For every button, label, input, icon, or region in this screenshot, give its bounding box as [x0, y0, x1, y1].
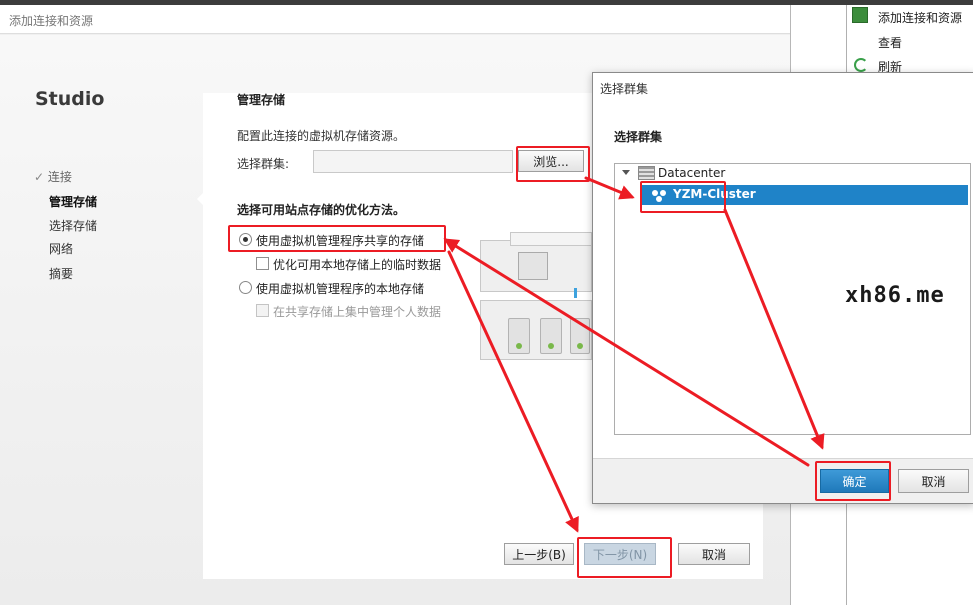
- step-manage-storage: 管理存储: [49, 195, 98, 209]
- cluster-label: 选择群集:: [237, 157, 290, 171]
- config-description: 配置此连接的虚拟机存储资源。: [237, 129, 406, 143]
- disk-icon: [570, 318, 590, 354]
- option-label: 在共享存储上集中管理个人数据: [273, 305, 442, 319]
- server-top-icon: [510, 232, 592, 246]
- option-personal-data: 在共享存储上集中管理个人数据: [256, 303, 456, 319]
- disk-led-icon: [516, 343, 522, 349]
- step-network: 网络: [49, 242, 74, 256]
- highlight-ok: [815, 461, 891, 501]
- option-label: 使用虚拟机管理程序的本地存储: [256, 282, 425, 296]
- step-label: 连接: [47, 170, 72, 184]
- cluster-input[interactable]: [313, 150, 513, 173]
- disk-icon: [508, 318, 530, 354]
- highlight-shared-storage: [228, 225, 446, 252]
- disk-led-icon: [577, 343, 583, 349]
- add-resource-icon: [852, 7, 868, 23]
- datacenter-icon: [638, 166, 655, 180]
- highlight-cluster: [640, 181, 726, 213]
- active-step-notch: [197, 193, 203, 205]
- highlight-browse: [516, 146, 590, 182]
- optimization-method-title: 选择可用站点存储的优化方法。: [237, 203, 406, 217]
- option-local-storage[interactable]: 使用虚拟机管理程序的本地存储: [239, 280, 439, 296]
- tree-node-datacenter[interactable]: Datacenter: [658, 166, 725, 180]
- studio-brand: Studio: [35, 88, 105, 110]
- highlight-next: [577, 537, 672, 578]
- checkbox-temp-data[interactable]: [256, 257, 269, 270]
- refresh-icon: [854, 58, 868, 72]
- dialog-title: 选择群集: [600, 82, 649, 96]
- wizard-title: 添加连接和资源: [9, 14, 94, 28]
- checkmark-icon: ✓: [34, 170, 45, 184]
- expand-arrow-icon[interactable]: [622, 170, 630, 175]
- wizard-titlebar: 添加连接和资源: [0, 5, 790, 34]
- watermark-text: xh86.me: [845, 283, 945, 308]
- wizard-cancel-button[interactable]: 取消: [678, 543, 750, 565]
- step-summary: 摘要: [49, 267, 74, 281]
- option-label: 优化可用本地存储上的临时数据: [273, 258, 442, 272]
- disk-icon: [540, 318, 562, 354]
- radio-local-storage[interactable]: [239, 281, 252, 294]
- dialog-heading: 选择群集: [614, 130, 663, 144]
- disk-led-icon: [548, 343, 554, 349]
- storage-illustration: [478, 230, 592, 360]
- action-add-connection[interactable]: 添加连接和资源: [878, 9, 962, 26]
- dialog-cancel-button[interactable]: 取消: [898, 469, 969, 493]
- checkbox-personal-data: [256, 304, 269, 317]
- back-button[interactable]: 上一步(B): [504, 543, 574, 565]
- action-view[interactable]: 查看: [878, 34, 902, 51]
- section-title: 管理存储: [237, 93, 286, 107]
- option-temp-data[interactable]: 优化可用本地存储上的临时数据: [256, 256, 456, 272]
- server-panel-icon: [518, 252, 548, 280]
- step-select-storage: 选择存储: [49, 219, 98, 233]
- link-icon: [574, 288, 577, 298]
- step-connection: ✓ 连接: [34, 168, 72, 185]
